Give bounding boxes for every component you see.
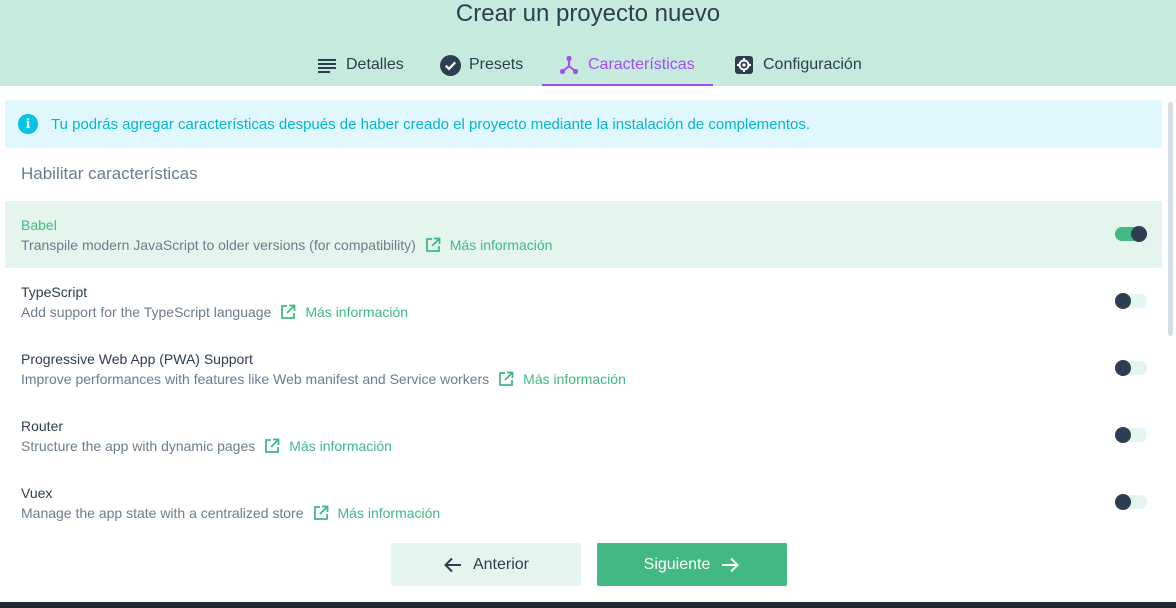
toggle-knob: [1115, 360, 1131, 376]
toggle-knob: [1115, 494, 1131, 510]
check-circle-icon: [439, 54, 461, 76]
previous-button[interactable]: Anterior: [391, 543, 581, 586]
external-link-icon[interactable]: [424, 236, 442, 254]
feature-vuex[interactable]: Vuex Manage the app state with a central…: [5, 469, 1162, 536]
feature-typescript[interactable]: TypeScript Add support for the TypeScrip…: [5, 268, 1162, 335]
scrollbar[interactable]: [1168, 102, 1173, 336]
toggle-knob: [1131, 226, 1147, 242]
header: Crear un proyecto nuevo Detalles Presets…: [0, 0, 1176, 86]
more-info-link[interactable]: Más información: [338, 505, 441, 521]
more-info-link[interactable]: Más información: [305, 304, 408, 320]
tab-presets[interactable]: Presets: [439, 44, 523, 86]
arrow-left-icon: [443, 555, 463, 575]
feature-description: Improve performances with features like …: [21, 371, 490, 387]
bottom-status-bar: [0, 602, 1176, 608]
tab-configuracion[interactable]: Configuración: [733, 44, 862, 86]
typescript-toggle[interactable]: [1115, 293, 1147, 309]
feature-description: Add support for the TypeScript language: [21, 304, 272, 320]
pwa-toggle[interactable]: [1115, 360, 1147, 376]
feature-router[interactable]: Router Structure the app with dynamic pa…: [5, 402, 1162, 469]
router-toggle[interactable]: [1115, 427, 1147, 443]
next-label: Siguiente: [643, 555, 711, 573]
tab-bar: Detalles Presets Características Configu…: [0, 44, 1176, 86]
more-info-link[interactable]: Más información: [289, 438, 392, 454]
more-info-link[interactable]: Más información: [450, 237, 553, 253]
list-icon: [316, 54, 338, 76]
tab-detalles[interactable]: Detalles: [316, 44, 404, 86]
toggle-knob: [1115, 293, 1131, 309]
arrow-right-icon: [720, 555, 740, 575]
tab-label: Características: [588, 56, 695, 73]
page-title: Crear un proyecto nuevo: [455, 0, 721, 27]
tab-caracteristicas[interactable]: Características: [542, 44, 713, 86]
next-button[interactable]: Siguiente: [597, 543, 787, 586]
info-banner: i Tu podrás agregar características desp…: [5, 100, 1162, 148]
previous-label: Anterior: [472, 555, 530, 573]
info-icon: i: [18, 114, 38, 134]
feature-description: Manage the app state with a centralized …: [21, 505, 304, 521]
feature-name: Progressive Web App (PWA) Support: [21, 351, 253, 367]
babel-toggle[interactable]: [1115, 226, 1147, 242]
tab-label: Configuración: [763, 56, 862, 73]
feature-name: Vuex: [21, 485, 53, 501]
info-text: Tu podrás agregar características despué…: [51, 115, 811, 133]
fork-icon: [558, 54, 580, 76]
feature-description: Transpile modern JavaScript to older ver…: [21, 237, 416, 253]
feature-babel[interactable]: Babel Transpile modern JavaScript to old…: [5, 201, 1162, 268]
toggle-knob: [1115, 427, 1131, 443]
external-link-icon[interactable]: [279, 303, 297, 321]
wizard-buttons: Anterior Siguiente: [0, 543, 1176, 586]
section-title: Habilitar características: [21, 164, 198, 183]
tab-label: Presets: [469, 56, 524, 73]
feature-name: Router: [21, 418, 64, 434]
feature-pwa[interactable]: Progressive Web App (PWA) Support Improv…: [5, 335, 1162, 402]
vuex-toggle[interactable]: [1115, 494, 1147, 510]
feature-description: Structure the app with dynamic pages: [21, 438, 256, 454]
feature-name: TypeScript: [21, 284, 88, 300]
more-info-link[interactable]: Más información: [523, 371, 626, 387]
feature-name: Babel: [21, 217, 57, 233]
gear-icon: [733, 54, 755, 76]
external-link-icon[interactable]: [263, 437, 281, 455]
external-link-icon[interactable]: [312, 504, 330, 522]
tab-label: Detalles: [346, 56, 404, 73]
external-link-icon[interactable]: [497, 370, 515, 388]
features-panel: i Tu podrás agregar características desp…: [0, 86, 1176, 602]
